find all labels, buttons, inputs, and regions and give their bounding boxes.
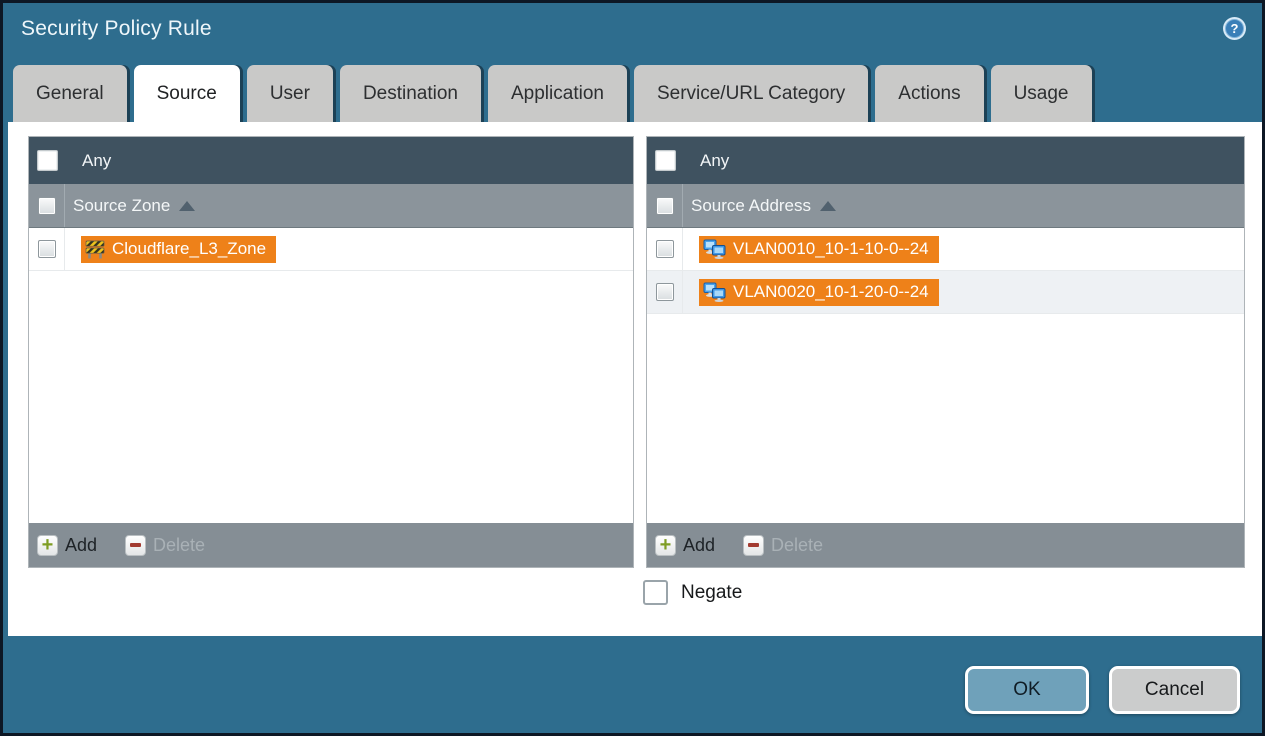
address-icon [703,239,726,259]
delete-icon [743,534,765,556]
source-zone-any-header: Any [29,137,633,184]
address-item-chip[interactable]: VLAN0020_10-1-20-0--24 [699,278,939,306]
delete-zone-button[interactable]: Delete [125,534,205,556]
dialog-title: Security Policy Rule [21,17,212,40]
source-address-column-label[interactable]: Source Address [691,196,837,216]
tab-user[interactable]: User [246,65,333,122]
address-icon [703,282,726,302]
negate-label: Negate [681,581,743,603]
zone-item-label: Cloudflare_L3_Zone [112,239,267,258]
address-item-label: VLAN0020_10-1-20-0--24 [733,282,929,301]
source-zone-select-all-checkbox[interactable] [38,196,56,215]
source-zone-rows: Cloudflare_L3_Zone [29,228,633,523]
source-tab-content: Any Source Zone Cloudflare_L3_Zone + Add… [8,122,1262,636]
source-address-select-all-checkbox[interactable] [656,196,674,215]
security-policy-rule-dialog: Security Policy Rule ? General Source Us… [0,0,1265,736]
source-address-toolbar: + Add Delete [647,523,1244,567]
tab-source[interactable]: Source [133,65,240,122]
add-icon: + [655,534,676,556]
source-address-rows: VLAN0010_10-1-10-0--24 VLAN0020_10-1-20-… [647,228,1244,523]
sort-ascending-icon [820,200,837,211]
add-icon: + [37,534,58,556]
source-zone-column-header: Source Zone [29,184,633,228]
tab-destination[interactable]: Destination [339,65,481,122]
source-zone-any-checkbox[interactable] [37,150,58,171]
address-item-chip[interactable]: VLAN0010_10-1-10-0--24 [699,235,939,263]
address-item-label: VLAN0010_10-1-10-0--24 [733,239,929,258]
tab-service-url-category[interactable]: Service/URL Category [633,65,869,122]
source-zone-panel: Any Source Zone Cloudflare_L3_Zone + Add… [28,136,634,568]
tab-usage[interactable]: Usage [990,65,1092,122]
svg-text:?: ? [1231,21,1239,36]
source-address-any-checkbox[interactable] [655,150,676,171]
delete-address-button[interactable]: Delete [743,534,823,556]
column-separator [64,184,65,227]
add-address-button[interactable]: + Add [655,534,715,556]
sort-ascending-icon [179,200,196,211]
zone-item-chip[interactable]: Cloudflare_L3_Zone [81,235,277,263]
help-icon[interactable]: ? [1222,16,1247,41]
table-row: VLAN0010_10-1-10-0--24 [647,228,1244,271]
column-separator [682,184,683,227]
source-address-any-label: Any [700,150,730,170]
tab-application[interactable]: Application [488,65,627,122]
source-address-any-header: Any [647,137,1244,184]
delete-icon [125,534,147,556]
tab-actions[interactable]: Actions [875,65,984,122]
table-row: VLAN0020_10-1-20-0--24 [647,271,1244,314]
add-zone-button[interactable]: + Add [37,534,97,556]
tab-bar: General Source User Destination Applicat… [13,65,1256,122]
source-zone-column-label[interactable]: Source Zone [73,196,196,216]
row-checkbox[interactable] [38,240,56,258]
zone-icon [85,240,105,259]
table-row: Cloudflare_L3_Zone [29,228,633,271]
negate-row: Negate [643,580,742,605]
source-address-panel: Any Source Address VLAN0010_10-1-10-0--2… [646,136,1245,568]
cancel-button[interactable]: Cancel [1109,666,1240,714]
row-checkbox[interactable] [656,283,674,301]
source-zone-toolbar: + Add Delete [29,523,633,567]
row-checkbox[interactable] [656,240,674,258]
source-address-column-header: Source Address [647,184,1244,228]
ok-button[interactable]: OK [965,666,1089,714]
negate-checkbox[interactable] [643,580,668,605]
tab-general[interactable]: General [13,65,127,122]
source-zone-any-label: Any [82,150,112,170]
